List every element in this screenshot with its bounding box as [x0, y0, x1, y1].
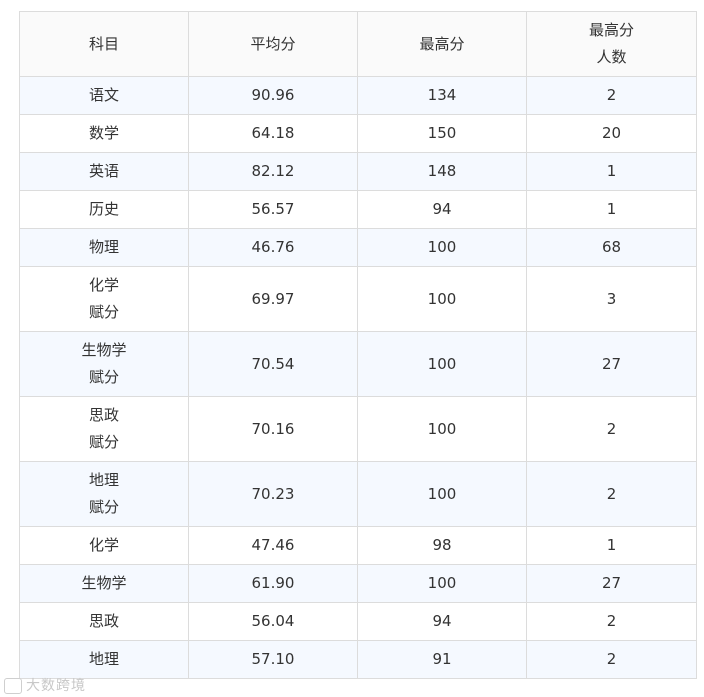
cell-subject-line: 思政	[88, 612, 119, 630]
cell-max: 91	[357, 640, 527, 679]
watermark-logo-icon	[4, 678, 22, 694]
cell-max-count: 2	[526, 640, 697, 679]
cell-max-count: 2	[526, 396, 697, 462]
cell-average: 90.96	[188, 76, 358, 115]
table-row: 地理 57.10 91 2	[19, 640, 697, 679]
cell-subject-line: 物理	[88, 238, 119, 256]
cell-subject-line: 思政	[88, 406, 119, 424]
cell-subject: 化学	[19, 526, 189, 565]
cell-max-count: 2	[526, 602, 697, 641]
cell-average: 70.16	[188, 396, 358, 462]
cell-subject: 数学	[19, 114, 189, 153]
cell-average: 56.04	[188, 602, 358, 641]
cell-max-count: 68	[526, 228, 697, 267]
cell-subject-line: 地理	[88, 650, 119, 668]
cell-subject-line: 数学	[88, 124, 119, 142]
cell-max-count: 1	[526, 190, 697, 229]
table-row: 思政 56.04 94 2	[19, 602, 697, 641]
cell-subject-line: 赋分	[88, 368, 119, 386]
cell-average: 64.18	[188, 114, 358, 153]
cell-subject-line: 化学	[88, 276, 119, 294]
header-subject: 科目	[19, 11, 189, 77]
table-row: 数学 64.18 150 20	[19, 114, 697, 153]
cell-average: 70.54	[188, 331, 358, 397]
cell-max: 100	[357, 564, 527, 603]
table-row: 地理 赋分 70.23 100 2	[19, 461, 697, 527]
cell-max: 94	[357, 602, 527, 641]
table-row: 语文 90.96 134 2	[19, 76, 697, 115]
cell-max: 100	[357, 266, 527, 332]
cell-subject: 英语	[19, 152, 189, 191]
table-row: 化学 赋分 69.97 100 3	[19, 266, 697, 332]
header-max-count-line2: 人数	[596, 48, 627, 66]
cell-max: 100	[357, 396, 527, 462]
table-row: 生物学 赋分 70.54 100 27	[19, 331, 697, 397]
cell-average: 47.46	[188, 526, 358, 565]
cell-average: 46.76	[188, 228, 358, 267]
cell-max: 148	[357, 152, 527, 191]
cell-subject: 语文	[19, 76, 189, 115]
cell-max-count: 2	[526, 461, 697, 527]
cell-subject-line: 英语	[88, 162, 119, 180]
cell-subject-line: 地理	[88, 471, 119, 489]
cell-subject-line: 化学	[88, 536, 119, 554]
cell-subject: 生物学 赋分	[19, 331, 189, 397]
cell-average: 70.23	[188, 461, 358, 527]
cell-subject-line: 生物学	[81, 574, 127, 592]
table-row: 化学 47.46 98 1	[19, 526, 697, 565]
cell-subject: 思政	[19, 602, 189, 641]
cell-subject: 思政 赋分	[19, 396, 189, 462]
cell-subject: 生物学	[19, 564, 189, 603]
cell-subject-line: 赋分	[88, 303, 119, 321]
cell-average: 82.12	[188, 152, 358, 191]
watermark-text: 大数跨境	[26, 678, 86, 694]
cell-max-count: 20	[526, 114, 697, 153]
cell-max-count: 27	[526, 331, 697, 397]
header-max: 最高分	[357, 11, 527, 77]
scores-table-container: 科目 平均分 最高分 最高分 人数 语文 90.96 134 2 数学 64.18 150 2…	[19, 11, 697, 679]
cell-average: 56.57	[188, 190, 358, 229]
cell-subject: 物理	[19, 228, 189, 267]
scores-table: 科目 平均分 最高分 最高分 人数 语文 90.96 134 2 数学 64.18 150 2…	[19, 11, 697, 679]
header-average: 平均分	[188, 11, 358, 77]
cell-max: 134	[357, 76, 527, 115]
cell-max-count: 3	[526, 266, 697, 332]
cell-max: 100	[357, 331, 527, 397]
cell-subject-line: 赋分	[88, 498, 119, 516]
cell-subject: 化学 赋分	[19, 266, 189, 332]
cell-subject: 地理	[19, 640, 189, 679]
table-row: 生物学 61.90 100 27	[19, 564, 697, 603]
cell-max-count: 27	[526, 564, 697, 603]
cell-average: 61.90	[188, 564, 358, 603]
cell-subject-line: 赋分	[88, 433, 119, 451]
cell-max: 100	[357, 228, 527, 267]
cell-max: 150	[357, 114, 527, 153]
cell-max-count: 1	[526, 152, 697, 191]
cell-subject: 历史	[19, 190, 189, 229]
table-row: 物理 46.76 100 68	[19, 228, 697, 267]
cell-subject-line: 历史	[88, 200, 119, 218]
cell-average: 69.97	[188, 266, 358, 332]
cell-subject-line: 生物学	[81, 341, 127, 359]
header-max-count-line1: 最高分	[588, 21, 634, 39]
table-row: 历史 56.57 94 1	[19, 190, 697, 229]
cell-max: 100	[357, 461, 527, 527]
cell-max: 98	[357, 526, 527, 565]
cell-max-count: 1	[526, 526, 697, 565]
cell-subject-line: 语文	[88, 86, 119, 104]
cell-average: 57.10	[188, 640, 358, 679]
table-header-row: 科目 平均分 最高分 最高分 人数	[19, 11, 697, 77]
watermark: 大数跨境	[4, 675, 86, 695]
table-row: 思政 赋分 70.16 100 2	[19, 396, 697, 462]
cell-max-count: 2	[526, 76, 697, 115]
header-max-count: 最高分 人数	[526, 11, 697, 77]
table-row: 英语 82.12 148 1	[19, 152, 697, 191]
cell-subject: 地理 赋分	[19, 461, 189, 527]
cell-max: 94	[357, 190, 527, 229]
